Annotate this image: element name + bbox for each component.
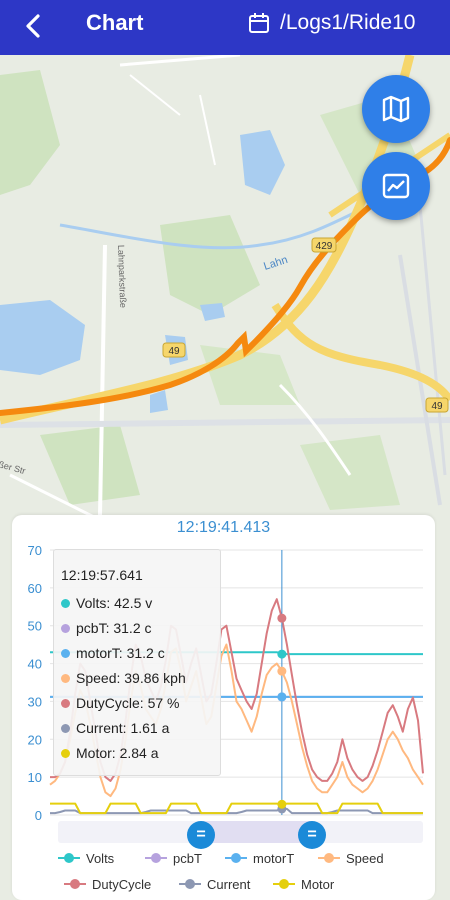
y-tick-label: 30: [28, 694, 42, 709]
legend-symbol: [273, 879, 295, 889]
tooltip-row-volts: Volts: 42.5 v: [61, 594, 152, 612]
series-dot: [61, 623, 70, 633]
series-dot: [61, 673, 70, 683]
tooltip-row-current: Current: 1.61 a: [61, 719, 169, 737]
svg-text:49: 49: [431, 401, 443, 412]
legend-label: pcbT: [173, 850, 202, 866]
tooltip-text: Speed: 39.86 kph: [76, 670, 186, 686]
legend-label: DutyCycle: [92, 876, 152, 892]
tooltip-text: DutyCycle: 57 %: [76, 695, 180, 711]
legend-item-motor[interactable]: Motor: [273, 876, 334, 892]
road-shield-429: 429: [311, 237, 337, 253]
series-dot: [61, 723, 70, 733]
zoom-handle-left[interactable]: =: [187, 821, 215, 849]
app-bar: Chart /Logs1/Ride10: [0, 0, 450, 55]
log-path[interactable]: /Logs1/Ride10: [280, 10, 415, 36]
y-tick-label: 50: [28, 619, 42, 634]
tooltip-text: Current: 1.61 a: [76, 720, 170, 736]
cursor-point-dutycycle: [277, 613, 287, 623]
legend-symbol: [225, 853, 247, 863]
tooltip-text: motorT: 31.2 c: [76, 645, 165, 661]
cursor-point-motort: [277, 692, 287, 702]
calendar-icon[interactable]: [248, 12, 270, 34]
cursor-point-volts: [277, 649, 287, 659]
tooltip-time: 12:19:57.641: [61, 567, 143, 583]
legend-symbol: [58, 853, 80, 863]
map-icon: [382, 95, 410, 123]
legend-label: Speed: [346, 850, 384, 866]
chart-view-button[interactable]: [362, 152, 430, 220]
y-tick-label: 60: [28, 581, 42, 596]
tooltip-text: Motor: 2.84 a: [76, 745, 159, 761]
tooltip-row-motor: Motor: 2.84 a: [61, 744, 159, 762]
legend-symbol: [318, 853, 340, 863]
series-dot: [61, 598, 70, 608]
page-title: Chart: [86, 10, 144, 35]
legend-symbol: [179, 879, 201, 889]
map-view-button[interactable]: [362, 75, 430, 143]
tooltip-text: Volts: 42.5 v: [76, 595, 153, 611]
svg-text:49: 49: [168, 346, 180, 357]
tooltip-row-speed: Speed: 39.86 kph: [61, 669, 186, 687]
chart-tooltip: 12:19:57.641 Volts: 42.5 v pcbT: 31.2 c …: [53, 549, 221, 776]
legend-item-current[interactable]: Current: [179, 876, 250, 892]
legend-symbol: [145, 853, 167, 863]
tooltip-row-dutycycle: DutyCycle: 57 %: [61, 694, 179, 712]
chart-panel: 12:19:41.413 0 10 20 30 40 50 60 70 12:19:57.64…: [12, 515, 435, 900]
legend-symbol: [64, 879, 86, 889]
cursor-point-motor: [277, 799, 287, 809]
legend-item-speed[interactable]: Speed: [318, 850, 384, 866]
legend-label: Motor: [301, 876, 335, 892]
y-tick-label: 0: [35, 808, 42, 823]
legend-label: motorT: [253, 850, 295, 866]
road-shield-49: 49: [162, 342, 186, 358]
legend-label: Volts: [86, 850, 115, 866]
legend-item-volts[interactable]: Volts: [58, 850, 114, 866]
tooltip-row-motort: motorT: 31.2 c: [61, 644, 165, 662]
y-tick-label: 40: [28, 657, 42, 672]
series-dot: [61, 748, 70, 758]
legend-item-dutycycle[interactable]: DutyCycle: [64, 876, 151, 892]
legend-label: Current: [207, 876, 251, 892]
zoom-handle-right[interactable]: =: [298, 821, 326, 849]
road-shield-49: 49: [425, 397, 449, 413]
y-tick-label: 70: [28, 543, 42, 558]
y-tick-label: 10: [28, 770, 42, 785]
back-icon[interactable]: [18, 10, 50, 42]
y-tick-label: 20: [28, 732, 42, 747]
tooltip-row-pcbt: pcbT: 31.2 c: [61, 619, 152, 637]
legend-item-motort[interactable]: motorT: [225, 850, 294, 866]
svg-text:429: 429: [316, 241, 333, 252]
chart-icon: [382, 173, 410, 199]
series-line-motor: [50, 802, 423, 815]
cursor-point-speed: [277, 666, 287, 676]
series-dot: [61, 698, 70, 708]
chart-legend: Volts pcbT motorT Speed DutyCycle Curren…: [12, 850, 435, 900]
series-dot: [61, 648, 70, 658]
zoom-selection: [201, 821, 312, 843]
tooltip-text: pcbT: 31.2 c: [76, 620, 152, 636]
legend-item-pcbt[interactable]: pcbT: [145, 850, 202, 866]
